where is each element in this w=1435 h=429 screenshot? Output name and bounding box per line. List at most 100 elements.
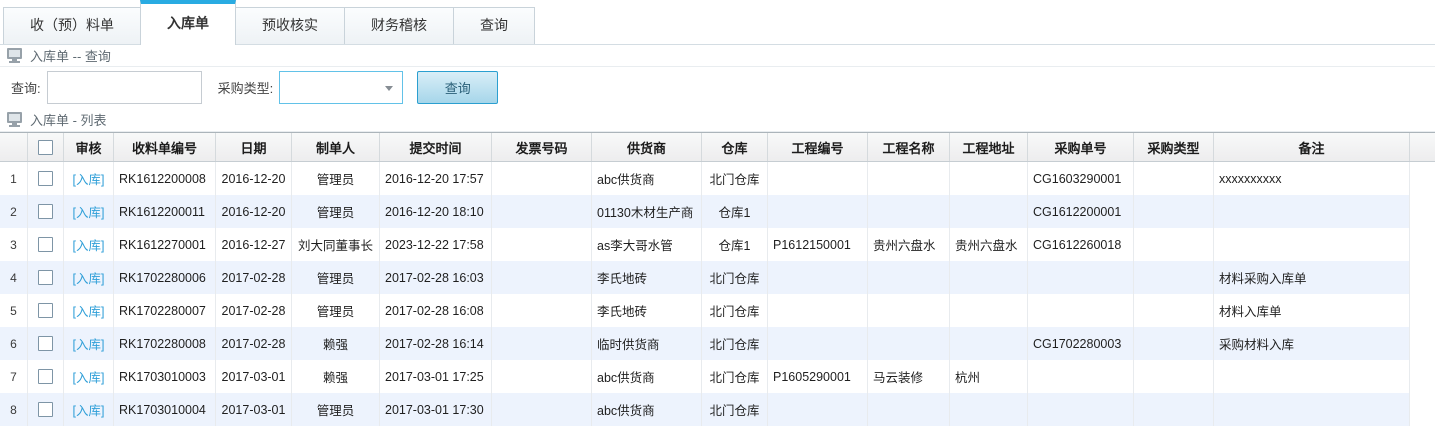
cell-remark: 采购材料入库 [1214,327,1410,360]
cell-project_addr [950,162,1028,195]
row-checkbox[interactable] [38,171,53,186]
column-header-invoice: 发票号码 [492,133,592,161]
audit-link[interactable]: [入库] [73,268,105,287]
monitor-icon [6,48,23,63]
cell-project_name [868,261,950,294]
cell-date: 2017-03-01 [216,393,292,426]
receipt-table: 审核 收料单编号 日期 制单人 提交时间 发票号码 供货商 仓库 工程编号 工程名称 工程地址 采购单… [0,132,1435,426]
audit-link[interactable]: [入库] [73,301,105,320]
audit-link[interactable]: [入库] [73,367,105,386]
cell-project_addr [950,294,1028,327]
cell-code: RK1612200008 [114,162,216,195]
cell-maker: 管理员 [292,294,380,327]
cell-project_no [768,261,868,294]
table-row: 3 [入库] RK1612270001 2016-12-27 刘大同董事长 2023-12… [0,228,1410,261]
cell-remark [1214,228,1410,261]
cell-audit: [入库] [64,195,114,228]
audit-link[interactable]: [入库] [73,400,105,419]
cell-po_type [1134,261,1214,294]
cell-num: 8 [0,393,28,426]
cell-maker: 管理员 [292,393,380,426]
row-checkbox[interactable] [38,237,53,252]
row-checkbox[interactable] [38,270,53,285]
tab-item-0[interactable]: 收（预）料单 [3,7,141,44]
cell-maker: 赖强 [292,360,380,393]
search-button[interactable]: 查询 [417,70,499,104]
cell-code: RK1612270001 [114,228,216,261]
cell-supplier: 李氏地砖 [592,261,702,294]
cell-code: RK1612200011 [114,195,216,228]
cell-project_no [768,294,868,327]
tab-item-1[interactable]: 入库单 [140,0,236,45]
list-section-header: 入库单 - 列表 [0,107,1435,132]
cell-warehouse: 仓库1 [702,228,768,261]
cell-supplier: abc供货商 [592,360,702,393]
row-checkbox[interactable] [38,336,53,351]
cell-project_no [768,162,868,195]
cell-po_no: CG1612200001 [1028,195,1134,228]
column-header-maker: 制单人 [292,133,380,161]
cell-submitted: 2017-02-28 16:03 [380,261,492,294]
select-all-checkbox[interactable] [38,139,53,155]
column-header-project_name: 工程名称 [868,133,950,161]
cell-warehouse: 北门仓库 [702,360,768,393]
cell-supplier: 李氏地砖 [592,294,702,327]
purchase-type-select[interactable] [279,70,404,104]
row-checkbox[interactable] [38,369,53,384]
tab-item-2[interactable]: 预收核实 [235,7,345,44]
keyword-label: 查询: [11,80,41,96]
cell-maker: 管理员 [292,162,380,195]
cell-project_name [868,195,950,228]
cell-supplier: 临时供货商 [592,327,702,360]
cell-supplier: abc供货商 [592,393,702,426]
cell-project_no [768,393,868,426]
cell-invoice [492,393,592,426]
query-form: 查询: 采购类型: 查询 [0,67,1435,107]
audit-link[interactable]: [入库] [73,334,105,353]
cell-maker: 管理员 [292,195,380,228]
cell-audit: [入库] [64,327,114,360]
cell-audit: [入库] [64,261,114,294]
table-row: 4 [入库] RK1702280006 2017-02-28 管理员 2017-02-28… [0,261,1410,294]
column-header-supplier: 供货商 [592,133,702,161]
cell-project_addr: 贵州六盘水 [950,228,1028,261]
cell-po_type [1134,162,1214,195]
cell-po_type [1134,360,1214,393]
cell-maker: 刘大同董事长 [292,228,380,261]
cell-date: 2016-12-20 [216,195,292,228]
cell-invoice [492,228,592,261]
cell-project_addr [950,195,1028,228]
cell-supplier: abc供货商 [592,162,702,195]
audit-link[interactable]: [入库] [73,235,105,254]
cell-check [28,327,64,360]
column-header-num [0,133,28,161]
cell-warehouse: 北门仓库 [702,261,768,294]
column-header-po_type: 采购类型 [1134,133,1214,161]
audit-link[interactable]: [入库] [73,202,105,221]
audit-link[interactable]: [入库] [73,169,105,188]
cell-check [28,261,64,294]
cell-supplier: as李大哥水管 [592,228,702,261]
cell-project_no [768,195,868,228]
cell-warehouse: 北门仓库 [702,393,768,426]
table-row: 7 [入库] RK1703010003 2017-03-01 赖强 2017-03-01 … [0,360,1410,393]
column-header-check [28,133,64,161]
table-header-row: 审核 收料单编号 日期 制单人 提交时间 发票号码 供货商 仓库 工程编号 工程名称 工程地址 采购单… [0,132,1435,162]
tab-item-3[interactable]: 财务稽核 [344,7,454,44]
table-row: 8 [入库] RK1703010004 2017-03-01 管理员 2017-03-01… [0,393,1410,426]
cell-supplier: 01130木材生产商 [592,195,702,228]
cell-audit: [入库] [64,228,114,261]
column-header-audit: 审核 [64,133,114,161]
cell-num: 6 [0,327,28,360]
row-checkbox[interactable] [38,204,53,219]
row-checkbox[interactable] [38,402,53,417]
cell-invoice [492,261,592,294]
cell-po_no [1028,294,1134,327]
tab-item-4[interactable]: 查询 [453,7,535,44]
table-row: 2 [入库] RK1612200011 2016-12-20 管理员 2016-12-20… [0,195,1410,228]
cell-project_name [868,294,950,327]
row-checkbox[interactable] [38,303,53,318]
cell-maker: 管理员 [292,261,380,294]
query-input[interactable] [46,70,202,104]
cell-date: 2017-02-28 [216,294,292,327]
